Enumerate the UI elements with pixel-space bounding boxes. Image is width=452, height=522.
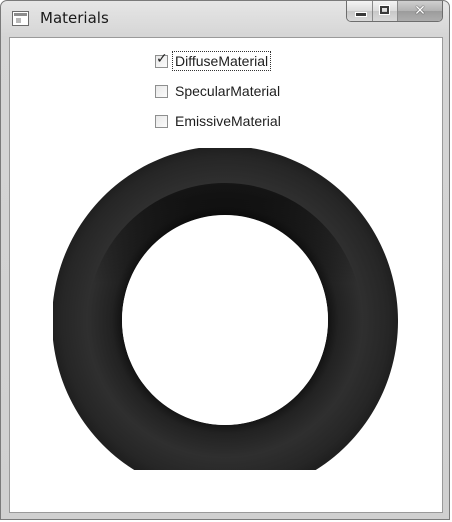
- emissive-material-label[interactable]: EmissiveMaterial: [173, 112, 283, 130]
- close-icon: ✕: [414, 3, 426, 19]
- emissive-material-checkbox[interactable]: [155, 114, 168, 128]
- window-title: Materials: [40, 9, 109, 27]
- materials-window: Materials ✕ ✓ DiffuseMaterial SpecularMa…: [0, 0, 450, 520]
- checkmark-icon: ✓: [156, 50, 168, 67]
- specular-material-label[interactable]: SpecularMaterial: [173, 82, 282, 100]
- specular-material-option[interactable]: SpecularMaterial: [155, 81, 282, 101]
- 3d-viewport: [53, 148, 398, 470]
- diffuse-material-checkbox[interactable]: ✓: [155, 51, 168, 68]
- minimize-button[interactable]: [347, 1, 373, 21]
- torus-hole: [122, 215, 328, 425]
- close-button[interactable]: ✕: [398, 1, 442, 21]
- caption-buttons: ✕: [346, 1, 443, 22]
- diffuse-material-label[interactable]: DiffuseMaterial: [171, 51, 272, 71]
- minimize-icon: [355, 12, 367, 17]
- specular-material-checkbox[interactable]: [155, 84, 168, 98]
- window-app-icon[interactable]: [12, 11, 29, 26]
- title-bar[interactable]: Materials ✕: [1, 1, 449, 37]
- maximize-button[interactable]: [373, 1, 398, 21]
- emissive-material-option[interactable]: EmissiveMaterial: [155, 111, 283, 131]
- diffuse-material-option[interactable]: ✓ DiffuseMaterial: [155, 51, 272, 71]
- maximize-icon: [379, 5, 390, 15]
